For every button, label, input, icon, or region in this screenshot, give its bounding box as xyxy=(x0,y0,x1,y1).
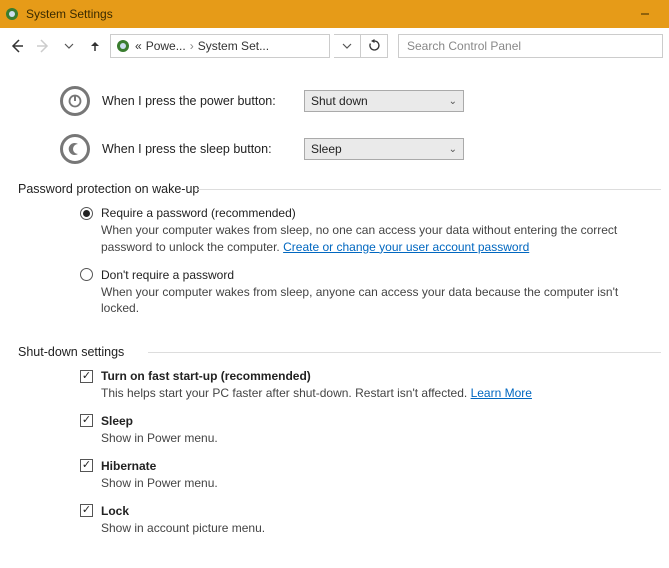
lock-desc: Show in account picture menu. xyxy=(101,520,641,537)
checkbox-checked-icon[interactable]: ✓ xyxy=(80,459,93,472)
back-button[interactable] xyxy=(6,35,28,57)
sleep-check-row[interactable]: ✓ Sleep xyxy=(80,414,651,428)
hibernate-option: ✓ Hibernate Show in Power menu. xyxy=(80,459,651,492)
hibernate-check-row[interactable]: ✓ Hibernate xyxy=(80,459,651,473)
breadcrumb[interactable]: « Powe... › System Set... xyxy=(110,34,330,58)
sleep-desc: Show in Power menu. xyxy=(101,430,641,447)
hibernate-label: Hibernate xyxy=(101,459,156,473)
dont-require-password-option: Don't require a password When your compu… xyxy=(80,268,651,318)
chevron-right-icon: › xyxy=(190,39,194,53)
fast-startup-label: Turn on fast start-up (recommended) xyxy=(101,369,311,383)
breadcrumb-icon xyxy=(115,38,131,54)
address-buttons xyxy=(334,34,388,58)
recent-locations-button[interactable] xyxy=(58,35,80,57)
desc-text: This helps start your PC faster after sh… xyxy=(101,386,471,400)
dropdown-value: Sleep xyxy=(311,142,342,156)
chevron-down-icon: ⌄ xyxy=(449,144,457,155)
fast-startup-desc: This helps start your PC faster after sh… xyxy=(101,385,641,402)
breadcrumb-item[interactable]: Powe... xyxy=(146,39,186,53)
checkbox-checked-icon[interactable]: ✓ xyxy=(80,370,93,383)
lock-label: Lock xyxy=(101,504,129,518)
lock-option: ✓ Lock Show in account picture menu. xyxy=(80,504,651,537)
fast-startup-check-row[interactable]: ✓ Turn on fast start-up (recommended) xyxy=(80,369,651,383)
refresh-button[interactable] xyxy=(361,34,387,58)
learn-more-link[interactable]: Learn More xyxy=(471,386,532,400)
sleep-button-row: When I press the sleep button: Sleep ⌄ xyxy=(60,134,651,164)
titlebar: System Settings xyxy=(0,0,669,28)
search-box[interactable] xyxy=(398,34,663,58)
dropdown-value: Shut down xyxy=(311,94,368,108)
sleep-option: ✓ Sleep Show in Power menu. xyxy=(80,414,651,447)
password-section-heading: Password protection on wake-up xyxy=(18,182,651,196)
fast-startup-option: ✓ Turn on fast start-up (recommended) Th… xyxy=(80,369,651,402)
forward-button[interactable] xyxy=(32,35,54,57)
search-input[interactable] xyxy=(405,38,656,54)
power-button-dropdown[interactable]: Shut down ⌄ xyxy=(304,90,464,112)
require-password-option: Require a password (recommended) When yo… xyxy=(80,206,651,256)
content-area: When I press the power button: Shut down… xyxy=(0,64,669,568)
shutdown-section-heading: Shut-down settings xyxy=(18,345,651,359)
checkbox-checked-icon[interactable]: ✓ xyxy=(80,414,93,427)
require-password-label: Require a password (recommended) xyxy=(101,206,296,220)
lock-check-row[interactable]: ✓ Lock xyxy=(80,504,651,518)
minimize-button[interactable] xyxy=(625,0,665,28)
dont-require-password-label: Don't require a password xyxy=(101,268,234,282)
require-password-desc: When your computer wakes from sleep, no … xyxy=(101,222,641,256)
change-password-link[interactable]: Create or change your user account passw… xyxy=(283,240,529,254)
hibernate-desc: Show in Power menu. xyxy=(101,475,641,492)
sleep-button-dropdown[interactable]: Sleep ⌄ xyxy=(304,138,464,160)
chevron-down-icon: ⌄ xyxy=(449,96,457,107)
navbar: « Powe... › System Set... xyxy=(0,28,669,64)
breadcrumb-prefix: « xyxy=(135,39,142,53)
dont-require-password-desc: When your computer wakes from sleep, any… xyxy=(101,284,641,318)
power-button-row: When I press the power button: Shut down… xyxy=(60,86,651,116)
power-icon xyxy=(60,86,90,116)
address-dropdown-button[interactable] xyxy=(334,34,360,58)
sleep-label: Sleep xyxy=(101,414,133,428)
up-button[interactable] xyxy=(84,35,106,57)
checkbox-checked-icon[interactable]: ✓ xyxy=(80,504,93,517)
radio-checked-icon[interactable] xyxy=(80,207,93,220)
sleep-icon xyxy=(60,134,90,164)
breadcrumb-item[interactable]: System Set... xyxy=(198,39,269,53)
power-button-label: When I press the power button: xyxy=(102,94,292,108)
radio-unchecked-icon[interactable] xyxy=(80,268,93,281)
require-password-radio-row[interactable]: Require a password (recommended) xyxy=(80,206,651,220)
app-icon xyxy=(4,6,20,22)
sleep-button-label: When I press the sleep button: xyxy=(102,142,292,156)
dont-require-password-radio-row[interactable]: Don't require a password xyxy=(80,268,651,282)
window-title: System Settings xyxy=(26,7,625,21)
